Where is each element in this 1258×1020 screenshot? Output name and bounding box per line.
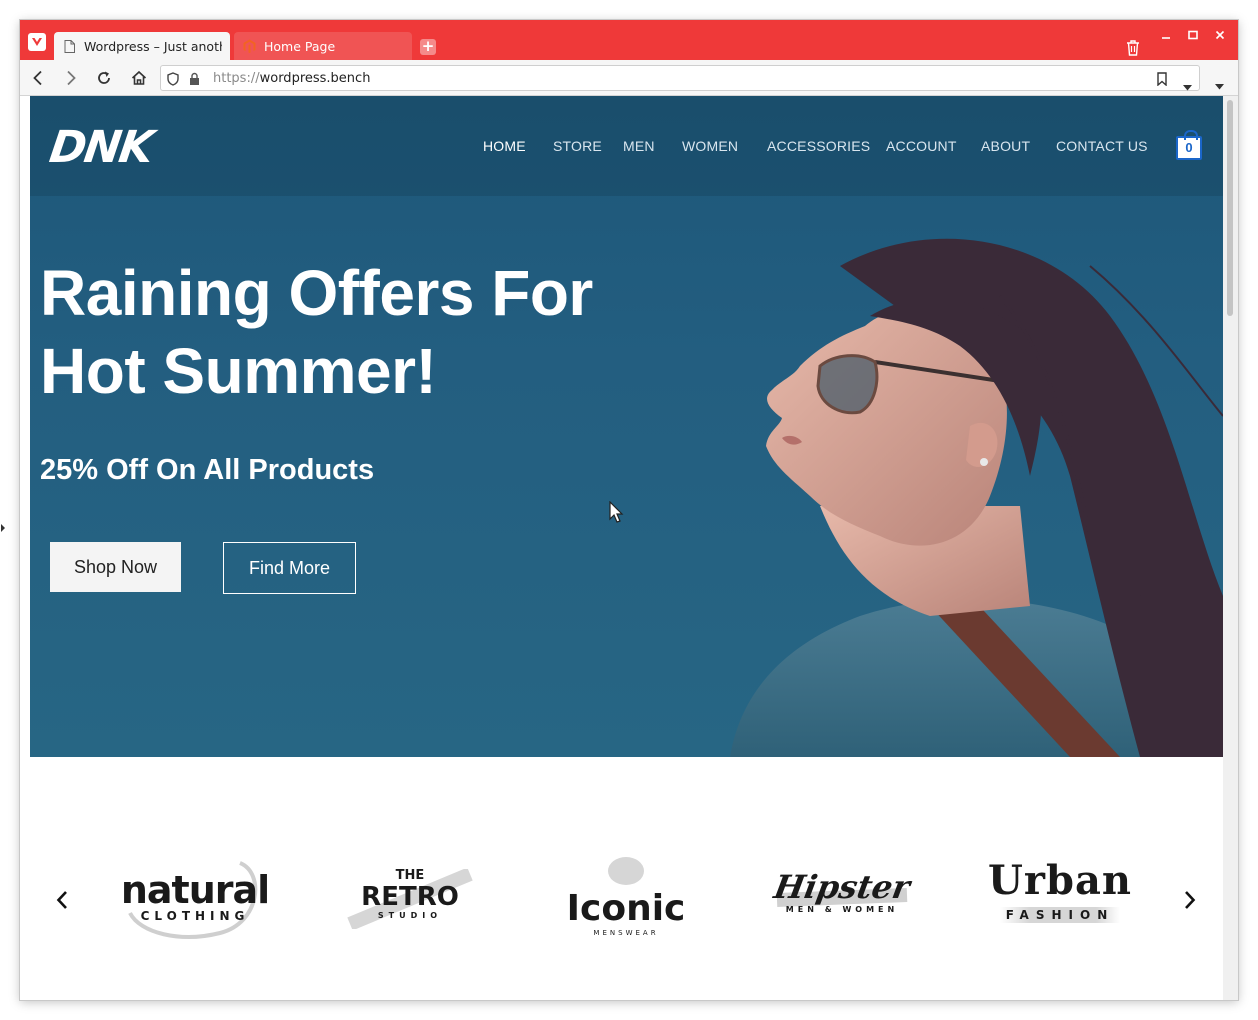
maximize-icon[interactable] [1183,26,1203,44]
shield-icon[interactable] [167,71,179,90]
chevron-right-icon[interactable] [1180,885,1200,915]
vivaldi-logo-icon [32,38,42,46]
menu-store[interactable]: STORE [553,138,602,154]
tab-label: Wordpress – Just another WordPress site [84,38,222,54]
brand-tagline: STUDIO [377,911,443,920]
sidebar-toggle[interactable] [1,524,5,532]
magento-icon [242,39,256,53]
browser-window: Wordpress – Just another WordPress site … [20,20,1238,1000]
scrollbar[interactable] [1223,96,1238,1000]
hero-image [730,238,1223,757]
forward-icon[interactable] [61,68,81,88]
hero-subtitle: 25% Off On All Products [40,454,375,486]
brand-prefix: THE [395,868,425,883]
hero-title-line: Raining Offers For [40,257,593,329]
brand-hipster[interactable]: Hipster MEN & WOMEN [768,868,916,914]
brand-name: Urban [988,857,1132,904]
tab-bar: Wordpress – Just another WordPress site … [20,20,1238,60]
menu-women[interactable]: WOMEN [682,138,738,154]
url-protocol: https:// [213,71,260,86]
brand-iconic[interactable]: Iconic MENSWEAR [550,855,702,937]
brand-natural[interactable]: natural CLOTHING [115,857,275,939]
bookmark-icon[interactable] [1157,71,1167,90]
menu-accessories[interactable]: ACCESSORIES [767,138,870,154]
chevron-left-icon[interactable] [52,885,72,915]
scrollbar-thumb[interactable] [1227,100,1233,316]
home-icon[interactable] [129,68,149,88]
web-page: DNK HOME STORE MEN WOMEN ACCESSORIES ACC… [30,96,1223,1000]
brand-retro[interactable]: THE RETRO STUDIO [335,868,485,929]
new-tab-button[interactable]: + [420,39,436,55]
tab-home-page[interactable]: Home Page [234,32,412,60]
menu-home[interactable]: HOME [483,138,526,154]
menu-men[interactable]: MEN [623,138,655,154]
brand-tagline: CLOTHING [140,909,250,923]
menu-about[interactable]: ABOUT [981,138,1030,154]
back-icon[interactable] [28,68,48,88]
hero-section: DNK HOME STORE MEN WOMEN ACCESSORIES ACC… [30,96,1223,757]
tab-wordpress[interactable]: Wordpress – Just another WordPress site [54,32,230,60]
brand-name: natural [120,868,270,912]
find-more-button[interactable]: Find More [223,542,356,594]
trash-icon[interactable] [1126,40,1140,56]
brand-tagline: FASHION [999,907,1121,923]
brand-name: Hipster [771,868,913,906]
close-icon[interactable] [1210,26,1230,44]
mouse-cursor-icon [609,501,624,523]
address-bar[interactable]: https://wordpress.bench [160,65,1200,91]
url-host: wordpress.bench [259,71,371,86]
navigation-bar: https://wordpress.bench [20,60,1238,96]
browser-menu-button[interactable] [28,33,46,51]
shop-now-button[interactable]: Shop Now [50,542,181,592]
menu-contact-us[interactable]: CONTACT US [1056,138,1148,154]
minimize-icon[interactable] [1156,26,1176,44]
reload-icon[interactable] [94,68,114,88]
chevron-down-icon[interactable] [1183,76,1192,95]
lock-icon[interactable] [189,71,200,90]
hero-title: Raining Offers For Hot Summer! [40,254,640,410]
url-text: https://wordpress.bench [213,71,370,86]
brush-blob-decoration [608,857,644,885]
chevron-down-icon[interactable] [1215,75,1224,94]
tab-label: Home Page [264,38,336,54]
brand-name: Iconic [566,888,686,929]
brand-tagline: MENSWEAR [593,929,659,937]
hero-title-line: Hot Summer! [40,335,437,407]
site-logo[interactable]: DNK [46,122,155,173]
page-icon [62,39,76,53]
brand-name: RETRO [361,882,459,912]
cart-button[interactable]: 0 [1176,130,1202,160]
brand-tagline: MEN & WOMEN [785,905,899,914]
menu-account[interactable]: ACCOUNT [886,138,957,154]
brand-urban[interactable]: Urban FASHION [985,859,1135,923]
brand-carousel: natural CLOTHING THE RETRO STUDIO Iconic… [30,757,1223,1000]
